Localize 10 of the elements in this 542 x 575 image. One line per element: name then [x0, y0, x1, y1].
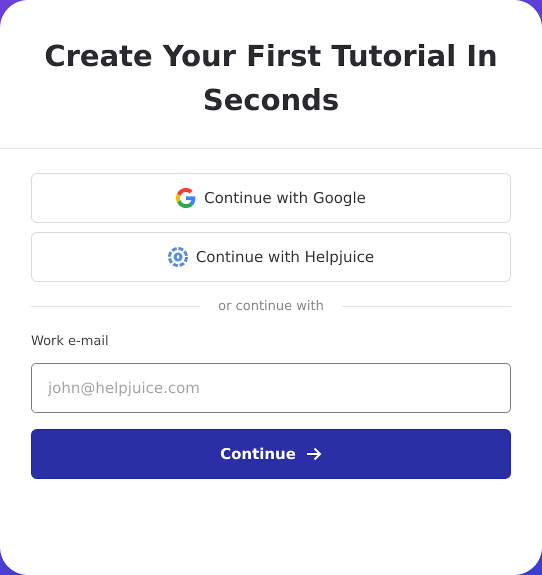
email-label: Work e-mail: [31, 334, 110, 349]
helpjuice-logo-icon: [168, 247, 188, 267]
google-icon: [176, 188, 196, 208]
arrow-right-icon: [306, 447, 322, 461]
helpjuice-signin-button[interactable]: Continue with Helpjuice: [31, 232, 511, 282]
continue-button[interactable]: Continue: [31, 429, 511, 479]
email-input-field[interactable]: john@helpjuice.com: [31, 363, 511, 413]
page-title: Create Your First Tutorial In Seconds: [43, 38, 499, 119]
google-signin-button[interactable]: Continue with Google: [31, 173, 511, 223]
separator-text: or continue with: [218, 299, 324, 314]
